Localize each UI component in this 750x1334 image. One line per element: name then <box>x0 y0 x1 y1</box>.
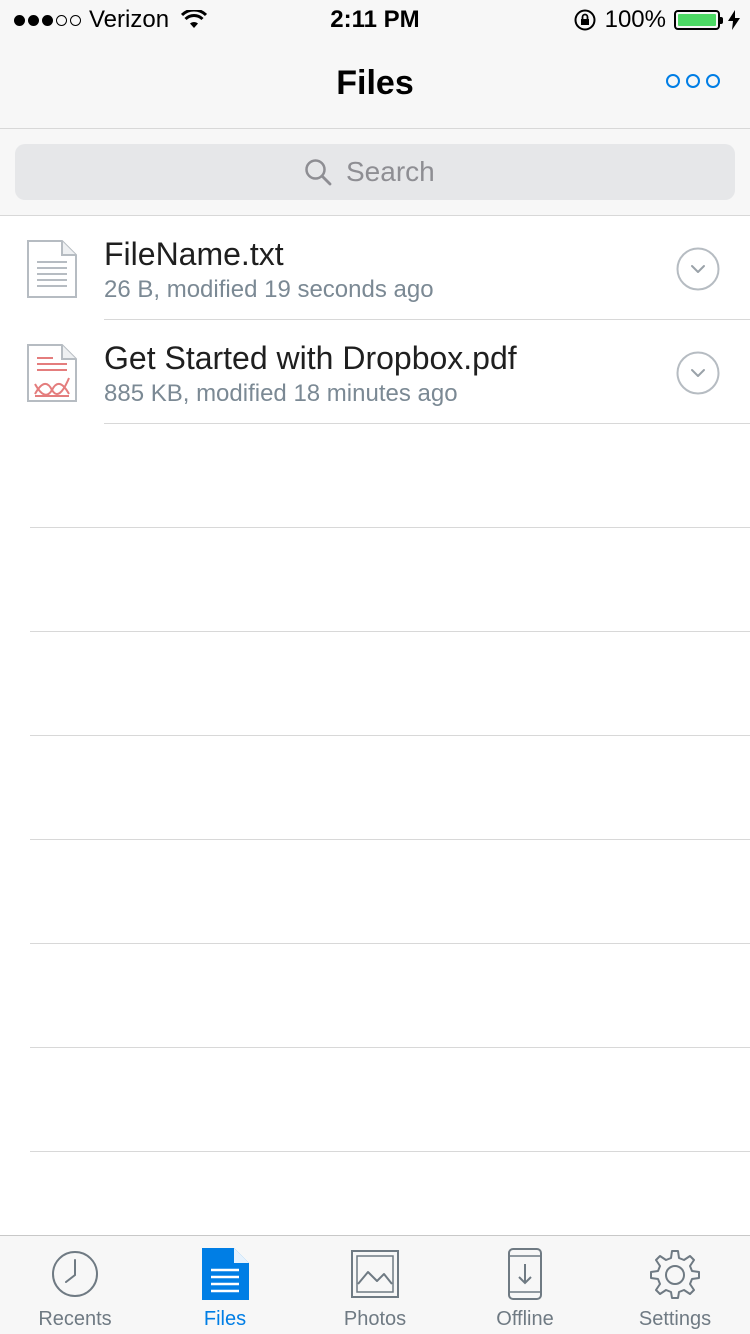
more-options-button[interactable] <box>664 70 722 92</box>
file-name: FileName.txt <box>104 236 284 272</box>
file-meta: 885 KB, modified 18 minutes ago <box>104 380 458 407</box>
offline-icon <box>508 1248 542 1300</box>
tab-label: Files <box>203 1308 247 1330</box>
search-field[interactable] <box>15 144 735 200</box>
orientation-lock-icon <box>574 9 596 31</box>
search-icon <box>305 159 332 186</box>
empty-row <box>30 632 750 736</box>
tab-files[interactable]: Files <box>150 1236 300 1334</box>
battery-percentage: 100% <box>604 6 666 33</box>
tab-label: Photos <box>343 1308 407 1330</box>
file-name: Get Started with Dropbox.pdf <box>104 340 517 376</box>
tab-settings[interactable]: Settings <box>600 1236 750 1334</box>
file-list: FileName.txt 26 B, modified 19 seconds a… <box>0 216 750 424</box>
battery-level-fill <box>678 14 716 26</box>
text-file-icon <box>27 240 77 298</box>
empty-row <box>30 1048 750 1152</box>
file-row[interactable]: Get Started with Dropbox.pdf 885 KB, mod… <box>0 320 750 424</box>
tab-label: Recents <box>38 1308 112 1330</box>
chevron-down-icon[interactable] <box>676 247 720 291</box>
tab-label: Offline <box>496 1308 554 1330</box>
status-right: 100% <box>573 6 740 34</box>
navigation-bar: Files <box>0 40 750 129</box>
empty-row <box>30 736 750 840</box>
file-meta: 26 B, modified 19 seconds ago <box>104 276 434 303</box>
tab-label: Settings <box>638 1308 712 1330</box>
photos-icon <box>351 1250 399 1298</box>
ellipsis-icon <box>666 74 680 88</box>
empty-row <box>30 944 750 1048</box>
file-row[interactable]: FileName.txt 26 B, modified 19 seconds a… <box>0 216 750 320</box>
battery-icon <box>674 10 723 30</box>
status-bar: Verizon 2:11 PM 100% <box>0 0 750 40</box>
tab-recents[interactable]: Recents <box>0 1236 150 1334</box>
chevron-down-icon[interactable] <box>676 351 720 395</box>
files-icon <box>202 1248 249 1300</box>
clock-icon <box>52 1251 98 1297</box>
empty-row <box>30 840 750 944</box>
search-bar <box>0 129 750 216</box>
tab-bar: Recents Files Photos Offline Settings <box>0 1235 750 1334</box>
empty-row <box>30 528 750 632</box>
charging-bolt-icon <box>728 10 740 30</box>
search-input[interactable] <box>346 156 446 188</box>
page-title: Files <box>336 64 414 102</box>
pdf-file-icon <box>27 344 77 402</box>
empty-list-area <box>0 424 750 1152</box>
gear-icon <box>650 1250 700 1299</box>
tab-photos[interactable]: Photos <box>300 1236 450 1334</box>
empty-row <box>30 424 750 528</box>
tab-offline[interactable]: Offline <box>450 1236 600 1334</box>
